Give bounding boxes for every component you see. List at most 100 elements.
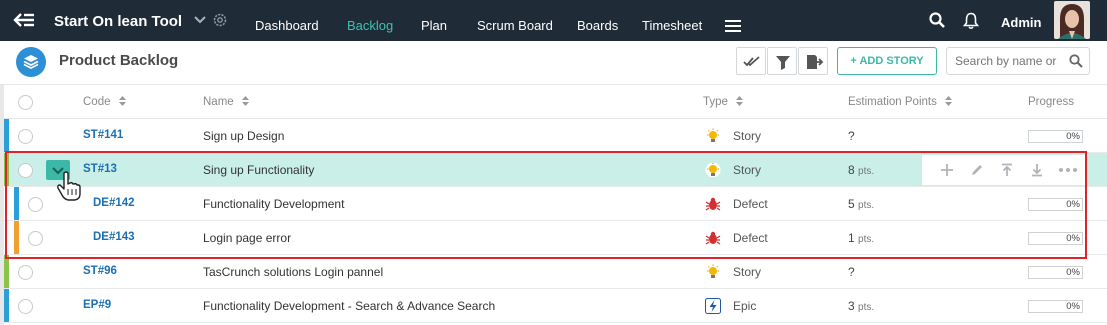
col-estimation-label: Estimation Points: [848, 96, 937, 108]
row-checkbox[interactable]: [18, 129, 33, 144]
nav-timesheet[interactable]: Timesheet: [642, 18, 702, 33]
hand-cursor-icon: [57, 171, 81, 201]
row-name[interactable]: Sing up Functionality: [203, 163, 314, 177]
est-unit: pts.: [858, 200, 875, 211]
row-estimation: 3 pts.: [848, 299, 874, 313]
row-color-bar: [4, 153, 9, 186]
row-estimation: 8 pts.: [848, 163, 874, 177]
table-row[interactable]: DE#143 Login page error Defect 1 pts. 0%: [4, 221, 1107, 255]
row-checkbox[interactable]: [18, 299, 33, 314]
row-color-bar: [4, 289, 9, 322]
back-menu-icon[interactable]: [12, 10, 36, 30]
col-code[interactable]: Code: [83, 96, 126, 108]
row-checkbox[interactable]: [18, 163, 33, 178]
row-checkbox[interactable]: [18, 265, 33, 280]
page-header: Product Backlog + ADD STORY: [0, 41, 1107, 85]
row-name[interactable]: Login page error: [203, 231, 291, 245]
search-box: [946, 47, 1090, 75]
row-checkbox[interactable]: [28, 197, 43, 212]
table-row[interactable]: ST#141 Sign up Design Story ? 0%: [4, 119, 1107, 153]
search-input[interactable]: [955, 49, 1067, 73]
est-unit: pts.: [858, 166, 875, 177]
sort-icon: [241, 96, 249, 106]
move-to-bottom-icon[interactable]: [1030, 163, 1044, 177]
bell-icon[interactable]: [963, 12, 979, 30]
bulb-icon: [707, 264, 719, 278]
nav-boards[interactable]: Boards: [577, 18, 618, 33]
est-value: 8: [848, 163, 855, 177]
export-button[interactable]: [798, 47, 828, 75]
search-icon[interactable]: [1069, 54, 1083, 68]
table-row[interactable]: ST#13 Sing up Functionality Story 8 pts.: [4, 153, 1107, 187]
nav-backlog[interactable]: Backlog: [347, 18, 393, 33]
move-to-top-icon[interactable]: [1000, 163, 1014, 177]
est-value: 3: [848, 299, 855, 313]
row-type: Defect: [733, 197, 768, 211]
bulk-check-button[interactable]: [736, 47, 766, 75]
col-name-label: Name: [203, 96, 234, 108]
top-navbar: Start On lean Tool Dashboard Backlog Pla…: [0, 0, 1107, 41]
est-value: ?: [848, 129, 855, 143]
row-code-link[interactable]: ST#141: [83, 129, 123, 141]
est-unit: pts.: [858, 302, 875, 313]
row-code-link[interactable]: EP#9: [83, 299, 111, 311]
sort-icon: [735, 96, 743, 106]
row-estimation: 1 pts.: [848, 231, 874, 245]
col-name[interactable]: Name: [203, 96, 249, 108]
row-color-bar: [4, 119, 9, 152]
row-code-link[interactable]: DE#142: [93, 197, 135, 209]
col-type[interactable]: Type: [703, 96, 743, 108]
avatar[interactable]: [1054, 1, 1090, 39]
row-name[interactable]: Sign up Design: [203, 129, 284, 143]
backlog-logo-icon: [16, 47, 46, 77]
table-row[interactable]: DE#142 Functionality Development Defect …: [4, 187, 1107, 221]
row-estimation: 5 pts.: [848, 197, 874, 211]
nav-dashboard[interactable]: Dashboard: [255, 18, 319, 33]
row-code-link[interactable]: DE#143: [93, 231, 135, 243]
table-header: Code Name Type Estimation Points Progres…: [4, 85, 1107, 119]
gear-icon[interactable]: [212, 12, 228, 28]
col-code-label: Code: [83, 96, 111, 108]
table-row[interactable]: ST#96 TasCrunch solutions Login pannel S…: [4, 255, 1107, 289]
filter-icon: [776, 56, 790, 70]
row-name[interactable]: TasCrunch solutions Login pannel: [203, 265, 383, 279]
user-name[interactable]: Admin: [1001, 15, 1041, 30]
more-icon[interactable]: [1058, 163, 1078, 177]
pencil-icon[interactable]: [970, 163, 984, 177]
row-code-link[interactable]: ST#96: [83, 265, 117, 277]
lightning-icon: [705, 298, 721, 314]
chevron-down-icon[interactable]: [193, 12, 207, 26]
app-title[interactable]: Start On lean Tool: [54, 13, 182, 30]
row-name[interactable]: Functionality Development - Search & Adv…: [203, 299, 495, 313]
double-check-icon: [743, 56, 760, 67]
bug-icon: [705, 231, 721, 245]
row-color-bar: [14, 221, 19, 254]
search-icon[interactable]: [929, 12, 945, 28]
sort-icon: [944, 96, 952, 106]
progress-bar: 0%: [1028, 198, 1083, 211]
nav-scrum-board[interactable]: Scrum Board: [477, 18, 553, 33]
plus-icon[interactable]: [940, 163, 954, 177]
row-type: Defect: [733, 231, 768, 245]
row-name[interactable]: Functionality Development: [203, 197, 344, 211]
col-progress[interactable]: Progress: [1028, 96, 1074, 108]
nav-plan[interactable]: Plan: [421, 18, 447, 33]
row-checkbox[interactable]: [28, 231, 43, 246]
add-story-button[interactable]: + ADD STORY: [837, 47, 937, 75]
bug-icon: [705, 197, 721, 211]
hamburger-menu-icon[interactable]: [725, 20, 741, 32]
filter-button[interactable]: [767, 47, 797, 75]
bulb-icon: [707, 128, 719, 142]
export-icon: [807, 55, 824, 69]
col-type-label: Type: [703, 96, 728, 108]
table-row[interactable]: EP#9 Functionality Development - Search …: [4, 289, 1107, 323]
row-type: Story: [733, 163, 762, 177]
sort-icon: [118, 96, 126, 106]
col-estimation[interactable]: Estimation Points: [848, 96, 952, 108]
row-type: Story: [733, 265, 762, 279]
row-code-link[interactable]: ST#13: [83, 163, 117, 175]
select-all-checkbox[interactable]: [18, 95, 33, 110]
page-title: Product Backlog: [59, 52, 179, 69]
progress-bar: 0%: [1028, 130, 1083, 143]
row-color-bar: [4, 255, 9, 288]
